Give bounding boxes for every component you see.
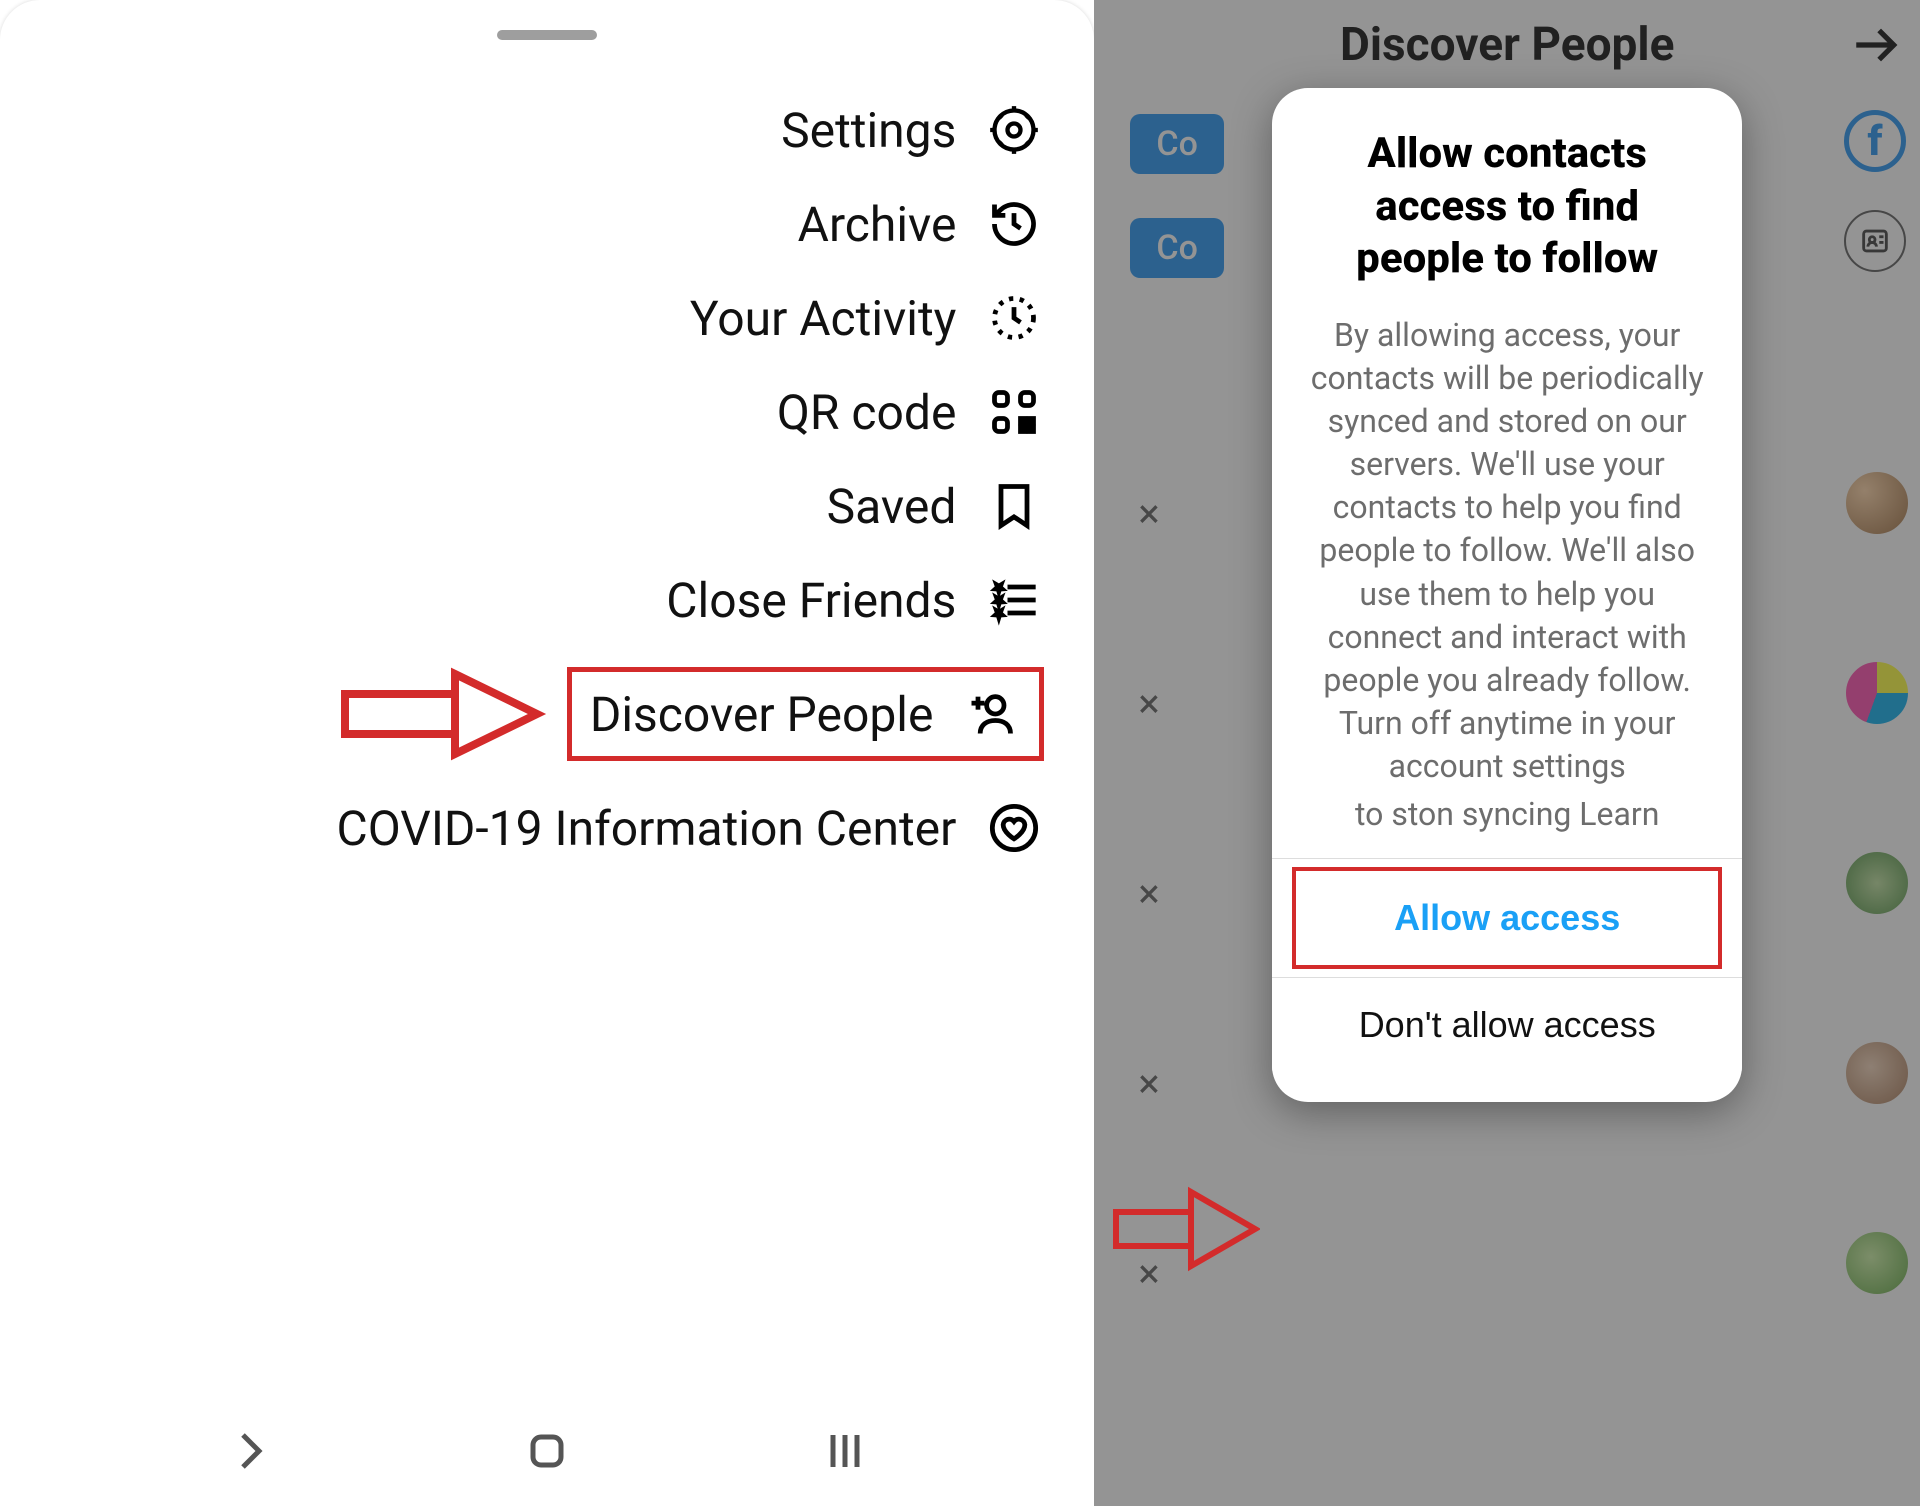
add-person-icon — [961, 684, 1021, 744]
menu-label: Close Friends — [666, 572, 956, 629]
deny-access-button[interactable]: Don't allow access — [1272, 977, 1742, 1072]
menu-label: COVID-19 Information Center — [337, 800, 957, 857]
menu-label: QR code — [777, 384, 957, 441]
menu-label: Discover People — [590, 686, 934, 743]
qr-icon — [984, 382, 1044, 442]
dialog-body-truncated: to ston syncing Learn — [1308, 793, 1706, 836]
menu-item-archive[interactable]: Archive — [0, 194, 1044, 254]
annotation-arrow-icon — [1110, 1184, 1260, 1278]
settings-drawer: Settings Archive Your Activity QR code S — [0, 0, 1094, 1506]
annotation-highlight-box: Allow access — [1292, 867, 1722, 969]
dialog-body: By allowing access, your contacts will b… — [1308, 314, 1706, 836]
activity-icon — [984, 288, 1044, 348]
dialog-title: Allow contacts access to find people to … — [1308, 128, 1706, 286]
dialog-footer: Allow access Don't allow access — [1272, 858, 1742, 1072]
menu-item-your-activity[interactable]: Your Activity — [0, 288, 1044, 348]
allow-access-button[interactable]: Allow access — [1296, 871, 1718, 965]
menu-list: Settings Archive Your Activity QR code S — [0, 80, 1094, 858]
nav-recents-icon[interactable] — [810, 1416, 880, 1486]
contacts-permission-dialog: Allow contacts access to find people to … — [1272, 88, 1742, 1102]
android-nav-bar — [0, 1416, 1094, 1486]
menu-label: Saved — [827, 478, 957, 535]
annotation-arrow-icon — [337, 664, 547, 764]
dialog-body-text: By allowing access, your contacts will b… — [1311, 316, 1704, 786]
menu-item-covid-info[interactable]: COVID-19 Information Center — [0, 798, 1044, 858]
menu-label: Settings — [781, 102, 956, 159]
drag-handle[interactable] — [497, 30, 597, 40]
menu-item-close-friends[interactable]: Close Friends — [0, 570, 1044, 630]
menu-item-settings[interactable]: Settings — [0, 100, 1044, 160]
menu-item-discover-people[interactable]: Discover People — [567, 667, 1045, 761]
menu-item-saved[interactable]: Saved — [0, 476, 1044, 536]
discover-people-screen: Discover People Co f Co × × × × × Allow … — [1094, 0, 1920, 1506]
bookmark-icon — [984, 476, 1044, 536]
history-icon — [984, 194, 1044, 254]
menu-item-qr-code[interactable]: QR code — [0, 382, 1044, 442]
menu-label: Your Activity — [690, 290, 956, 347]
gear-icon — [984, 100, 1044, 160]
heart-circle-icon — [984, 798, 1044, 858]
menu-label: Archive — [798, 196, 957, 253]
nav-back-icon[interactable] — [214, 1416, 284, 1486]
star-list-icon — [984, 570, 1044, 630]
nav-home-icon[interactable] — [512, 1416, 582, 1486]
